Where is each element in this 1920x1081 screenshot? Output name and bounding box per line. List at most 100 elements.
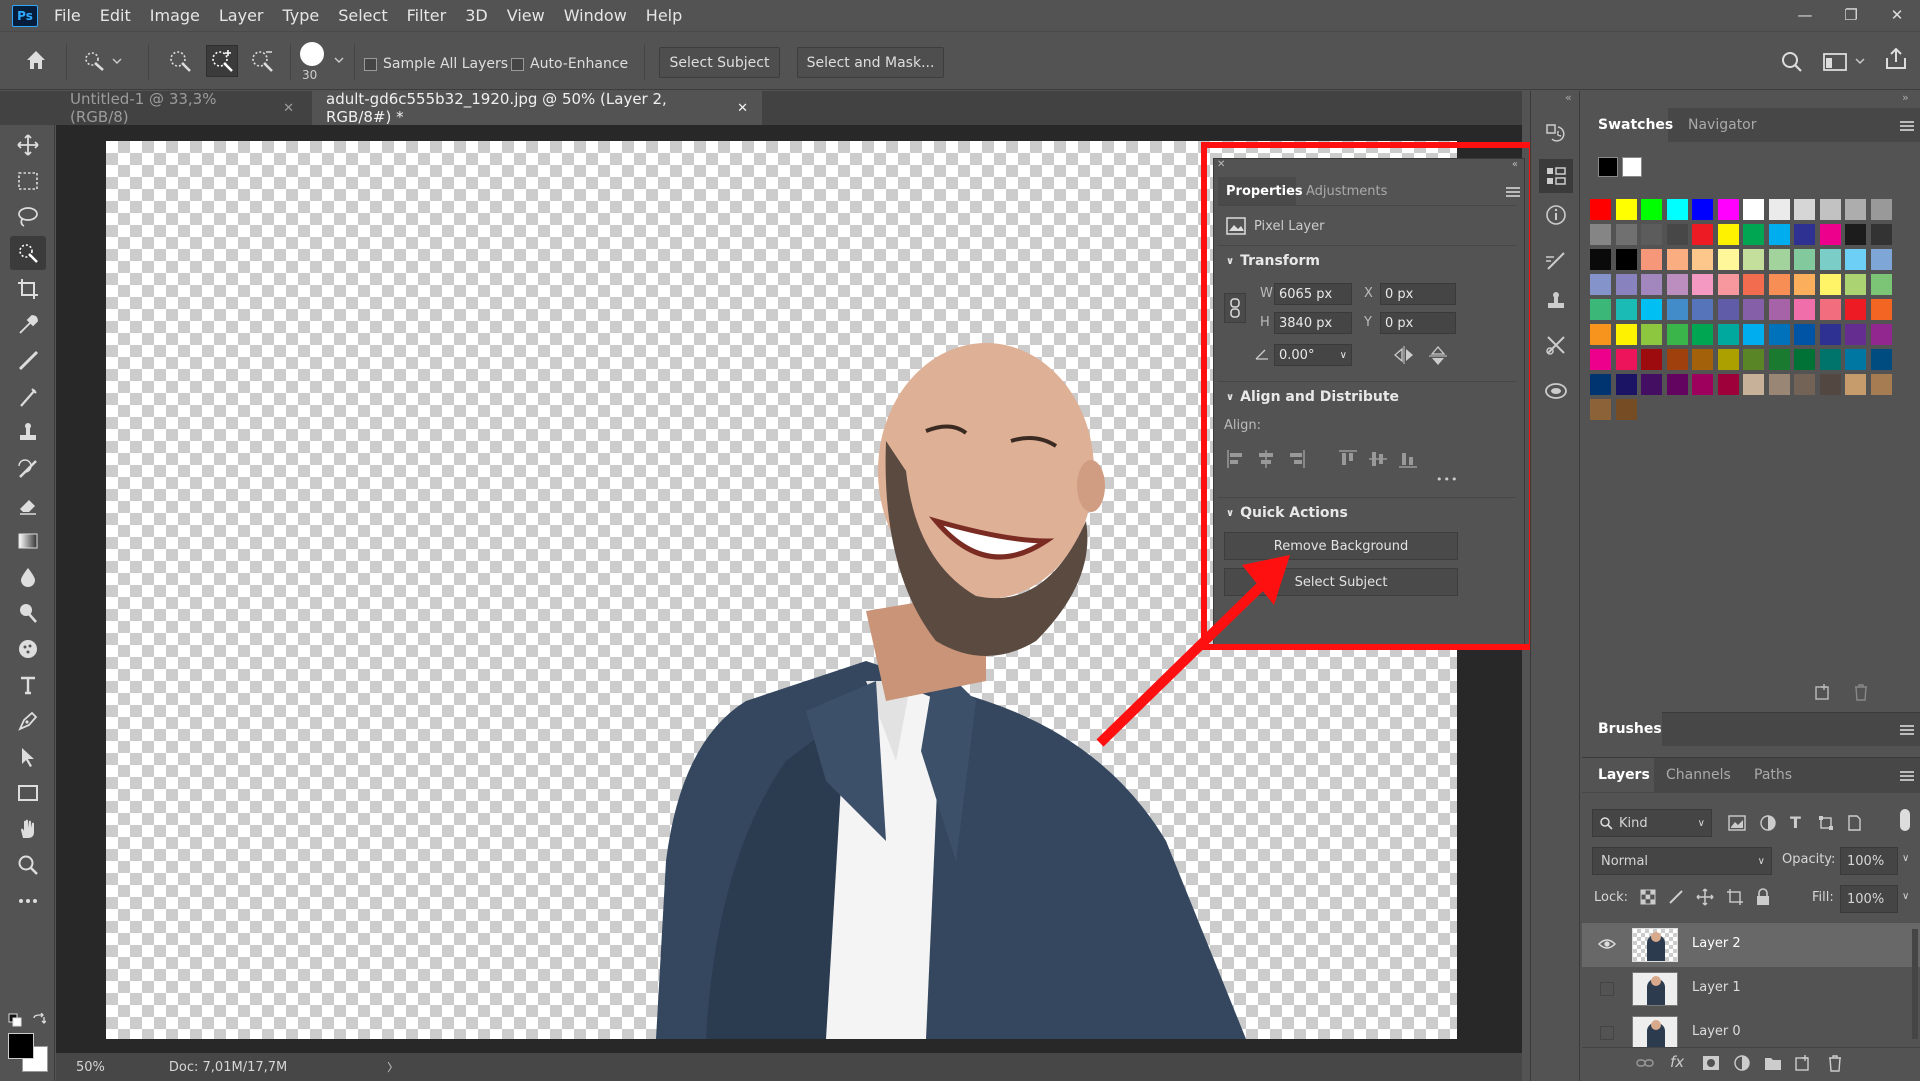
color-swatch[interactable] (1666, 224, 1688, 245)
color-swatch[interactable] (1819, 324, 1841, 345)
color-swatch[interactable] (1743, 274, 1764, 295)
color-swatch[interactable] (1743, 374, 1764, 395)
color-swatch[interactable] (1794, 349, 1815, 370)
lock-all-icon[interactable] (1756, 888, 1770, 910)
color-swatch[interactable] (1666, 249, 1688, 270)
properties-panel-icon[interactable] (1539, 159, 1573, 193)
more-tools-icon[interactable] (14, 887, 42, 915)
color-swatch[interactable] (1845, 199, 1866, 220)
color-swatch[interactable] (1717, 324, 1739, 345)
brush-tool-icon[interactable] (14, 383, 42, 411)
panel-menu-icon[interactable] (1900, 121, 1914, 131)
restore-button[interactable]: ❐ (1828, 0, 1874, 30)
filter-toggle-switch[interactable] (1900, 809, 1910, 831)
pen-tool-icon[interactable] (14, 707, 42, 735)
color-swatch[interactable] (1870, 274, 1892, 295)
eraser-tool-icon[interactable] (14, 491, 42, 519)
collapse-chevron-icon[interactable]: » (1902, 91, 1909, 104)
menu-edit[interactable]: Edit (100, 6, 131, 25)
recent-swatch-black[interactable] (1598, 157, 1618, 177)
color-swatch[interactable] (1794, 324, 1815, 345)
tab-paths[interactable]: Paths (1754, 758, 1792, 792)
share-icon[interactable] (1883, 46, 1909, 76)
trash-icon[interactable] (1826, 1054, 1844, 1076)
trash-icon[interactable] (1852, 683, 1870, 705)
healing-brush-tool-icon[interactable] (14, 347, 42, 375)
select-subject-button[interactable]: Select Subject (659, 47, 780, 78)
sponge-tool-icon[interactable] (14, 635, 42, 663)
visibility-toggle-empty[interactable] (1600, 982, 1614, 996)
panel-menu-icon[interactable] (1900, 771, 1914, 781)
auto-enhance-checkbox[interactable]: Auto-Enhance (511, 56, 628, 72)
menu-view[interactable]: View (507, 6, 545, 25)
color-swatch[interactable] (1692, 249, 1713, 270)
move-tool-icon[interactable] (14, 131, 42, 159)
filter-kind-select[interactable]: Kind ∨ (1592, 809, 1712, 837)
color-swatch[interactable] (1743, 299, 1764, 320)
collapse-chevron-icon[interactable]: « (1565, 91, 1572, 104)
add-mask-icon[interactable] (1702, 1055, 1720, 1075)
brush-preview-icon[interactable] (300, 42, 324, 66)
color-swatch[interactable] (1870, 324, 1892, 345)
color-swatch[interactable] (1768, 324, 1790, 345)
color-swatch[interactable] (1590, 274, 1611, 295)
color-swatch[interactable] (1641, 199, 1662, 220)
color-swatch[interactable] (1590, 349, 1611, 370)
lasso-tool-icon[interactable] (14, 203, 42, 231)
status-menu-arrow-icon[interactable]: 〉 (387, 1059, 398, 1075)
type-tool-icon[interactable] (14, 671, 42, 699)
chevron-down-icon[interactable]: ∨ (1902, 853, 1909, 864)
color-swatch[interactable] (1768, 249, 1790, 270)
tab-brushes[interactable]: Brushes (1582, 712, 1662, 746)
color-swatch[interactable] (1692, 199, 1713, 220)
marquee-tool-icon[interactable] (14, 167, 42, 195)
adjustment-layer-icon[interactable] (1734, 1055, 1750, 1075)
hand-tool-icon[interactable] (14, 815, 42, 843)
panel-menu-icon[interactable] (1900, 725, 1914, 735)
color-swatch[interactable] (1845, 299, 1866, 320)
chevron-down-icon[interactable] (333, 54, 345, 70)
color-swatch[interactable] (1666, 324, 1688, 345)
color-swatch[interactable] (1590, 324, 1611, 345)
filter-type-icon[interactable]: T (1790, 813, 1801, 832)
color-swatch[interactable] (1819, 349, 1841, 370)
color-swatch[interactable] (1794, 199, 1815, 220)
color-swatch[interactable] (1794, 249, 1815, 270)
color-swatch[interactable] (1743, 249, 1764, 270)
swap-colors-icon[interactable] (32, 1012, 47, 1031)
clone-source-panel-icon[interactable] (1542, 287, 1570, 315)
color-swatch[interactable] (1615, 249, 1637, 270)
color-swatch[interactable] (1615, 299, 1637, 320)
color-swatch[interactable] (1717, 224, 1739, 245)
chevron-down-icon[interactable]: ∨ (1902, 891, 1909, 902)
layer-name[interactable]: Layer 1 (1692, 980, 1741, 995)
shapes-panel-icon[interactable] (1542, 377, 1570, 405)
history-panel-icon[interactable] (1542, 119, 1570, 147)
rectangle-tool-icon[interactable] (14, 779, 42, 807)
color-swatch[interactable] (1590, 224, 1611, 245)
home-icon[interactable] (24, 48, 48, 76)
color-swatch[interactable] (1870, 199, 1892, 220)
color-swatch[interactable] (1870, 349, 1892, 370)
color-swatch[interactable] (1794, 224, 1815, 245)
color-swatch[interactable] (1692, 274, 1713, 295)
menu-filter[interactable]: Filter (407, 6, 447, 25)
color-swatch[interactable] (1692, 374, 1713, 395)
new-swatch-icon[interactable] (1814, 683, 1832, 705)
quick-select-preset-icon[interactable] (80, 48, 124, 78)
color-swatch[interactable] (1641, 374, 1662, 395)
color-swatch[interactable] (1666, 199, 1688, 220)
color-swatch[interactable] (1819, 224, 1841, 245)
quick-selection-tool-icon[interactable] (10, 236, 46, 270)
color-swatch[interactable] (1768, 299, 1790, 320)
menu-window[interactable]: Window (564, 6, 627, 25)
close-icon[interactable]: ✕ (737, 101, 748, 116)
tab-navigator[interactable]: Navigator (1688, 108, 1757, 142)
color-swatch[interactable] (1641, 299, 1662, 320)
color-swatch[interactable] (1794, 374, 1815, 395)
color-swatch[interactable] (1717, 349, 1739, 370)
color-swatch[interactable] (1819, 199, 1841, 220)
color-swatch[interactable] (1870, 249, 1892, 270)
zoom-tool-icon[interactable] (14, 851, 42, 879)
color-swatch[interactable] (1743, 199, 1764, 220)
